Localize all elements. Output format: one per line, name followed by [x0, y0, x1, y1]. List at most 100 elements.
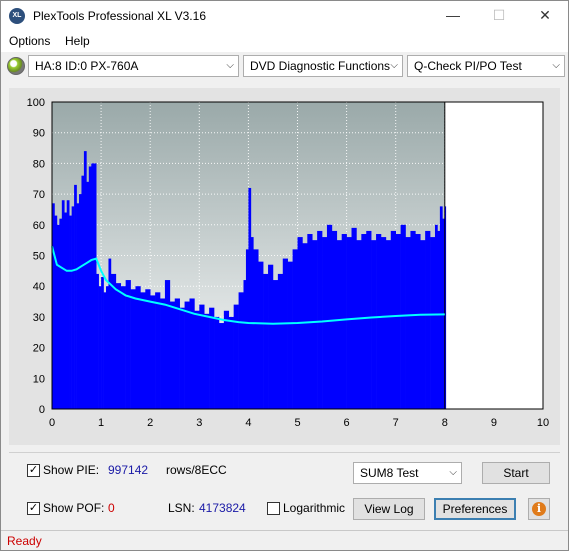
x-tick-label: 1 — [98, 417, 104, 429]
x-tick-label: 3 — [196, 417, 202, 429]
pie-bar — [96, 273, 99, 409]
pie-bar — [59, 218, 63, 409]
logarithmic-checkbox[interactable] — [267, 502, 280, 515]
x-tick-label: 5 — [294, 417, 300, 429]
pie-bar — [66, 200, 70, 409]
x-tick-label: 0 — [49, 417, 55, 429]
info-icon: i — [532, 502, 546, 516]
sum-test-select[interactable]: SUM8 Test ⌵ — [353, 462, 462, 484]
pie-bar — [184, 301, 190, 409]
preferences-button[interactable]: Preferences — [434, 498, 516, 520]
show-pie-checkbox[interactable]: ✓ — [27, 464, 40, 477]
x-tick-label: 2 — [147, 417, 153, 429]
chevron-down-icon: ⌵ — [449, 467, 457, 478]
pie-bar — [376, 234, 382, 409]
pie-bar — [346, 237, 352, 409]
show-pof-label: Show POF: — [43, 501, 105, 515]
pie-bar — [125, 280, 131, 409]
chevron-down-icon: ⌵ — [226, 60, 234, 71]
pie-bar — [194, 310, 200, 409]
pie-bar — [420, 240, 426, 409]
info-button[interactable]: i — [528, 498, 550, 520]
pie-chart: 0 10 20 30 40 50 60 70 80 90 100 0 1 2 3 4 5 6 7 8 9 10 — [27, 97, 549, 429]
pie-bar — [69, 215, 72, 409]
pie-bar — [115, 283, 122, 409]
pie-bar — [86, 181, 90, 409]
menu-options[interactable]: Options — [9, 34, 50, 48]
pie-bar — [179, 307, 185, 409]
pie-bar — [83, 151, 87, 409]
pie-bar — [61, 200, 65, 409]
y-tick-label: 90 — [33, 128, 45, 140]
pie-bar — [371, 240, 377, 409]
y-tick-label: 30 — [33, 312, 45, 324]
pie-bar — [322, 237, 328, 409]
pie-bar — [437, 230, 441, 409]
y-tick-label: 100 — [27, 97, 45, 109]
title-bar: XL PlexTools Professional XL V3.16 — ☐ ✕ — [1, 1, 568, 31]
y-tick-label: 20 — [33, 343, 45, 355]
logarithmic-label: Logarithmic — [283, 501, 346, 515]
pie-bar — [130, 289, 136, 409]
pie-bar — [366, 230, 372, 409]
pie-bar — [282, 258, 288, 409]
pie-bar — [71, 206, 75, 409]
pie-bar — [174, 298, 180, 409]
pie-bar — [101, 276, 104, 409]
pie-bar — [415, 234, 421, 409]
status-bar: Ready — [1, 530, 568, 550]
test-select-value: Q-Check PI/PO Test — [414, 59, 522, 73]
pie-bar — [93, 163, 97, 409]
minimize-button[interactable]: — — [430, 1, 476, 31]
close-button[interactable]: ✕ — [522, 1, 568, 31]
pie-bar — [434, 224, 438, 409]
pie-bar — [169, 301, 176, 409]
test-select[interactable]: Q-Check PI/PO Test ⌵ — [407, 55, 565, 77]
view-log-button[interactable]: View Log — [353, 498, 425, 520]
separator — [9, 452, 560, 453]
menu-help[interactable]: Help — [65, 34, 90, 48]
pie-bar — [145, 289, 151, 409]
pie-bar — [238, 292, 244, 409]
chevron-down-icon: ⌵ — [390, 60, 398, 71]
pie-bar — [405, 237, 411, 409]
pie-bar — [272, 280, 279, 409]
start-button[interactable]: Start — [482, 462, 550, 484]
y-tick-label: 70 — [33, 189, 45, 201]
pie-bar — [74, 184, 77, 409]
pie-bar — [76, 203, 80, 409]
controls-panel: ✓ Show PIE: 997142 rows/8ECC SUM8 Test ⌵… — [9, 452, 560, 527]
pie-bar — [64, 212, 68, 409]
pie-bar — [356, 240, 362, 409]
function-select[interactable]: DVD Diagnostic Functions ⌵ — [243, 55, 403, 77]
pie-bar — [204, 313, 210, 409]
pie-bar — [248, 187, 252, 409]
pie-bar — [233, 304, 239, 409]
lsn-label: LSN: — [168, 501, 195, 515]
show-pof-checkbox[interactable]: ✓ — [27, 502, 40, 515]
pie-bar — [439, 206, 443, 409]
drive-select[interactable]: HA:8 ID:0 PX-760A ⌵ — [28, 55, 239, 77]
y-tick-label: 0 — [39, 404, 45, 416]
pie-bar — [155, 292, 161, 409]
pie-bar — [410, 230, 416, 409]
pie-bar — [54, 215, 58, 409]
pie-bar — [91, 163, 95, 409]
drive-select-value: HA:8 ID:0 PX-760A — [35, 59, 139, 73]
pie-bar — [199, 304, 205, 409]
pie-bar — [395, 234, 401, 409]
pie-bar — [287, 261, 293, 409]
maximize-button[interactable]: ☐ — [476, 1, 522, 31]
y-tick-label: 10 — [33, 373, 45, 385]
pie-bar — [81, 175, 85, 409]
pie-bar — [56, 224, 60, 409]
pie-bar — [120, 286, 126, 409]
pie-bar — [164, 280, 171, 409]
drive-disc-icon — [7, 57, 25, 75]
y-tick-label: 60 — [33, 220, 45, 232]
pie-bar — [341, 234, 347, 409]
pie-bar — [79, 194, 82, 409]
pie-bar — [218, 323, 225, 409]
pie-bar — [140, 292, 146, 409]
pie-bar — [103, 292, 107, 409]
